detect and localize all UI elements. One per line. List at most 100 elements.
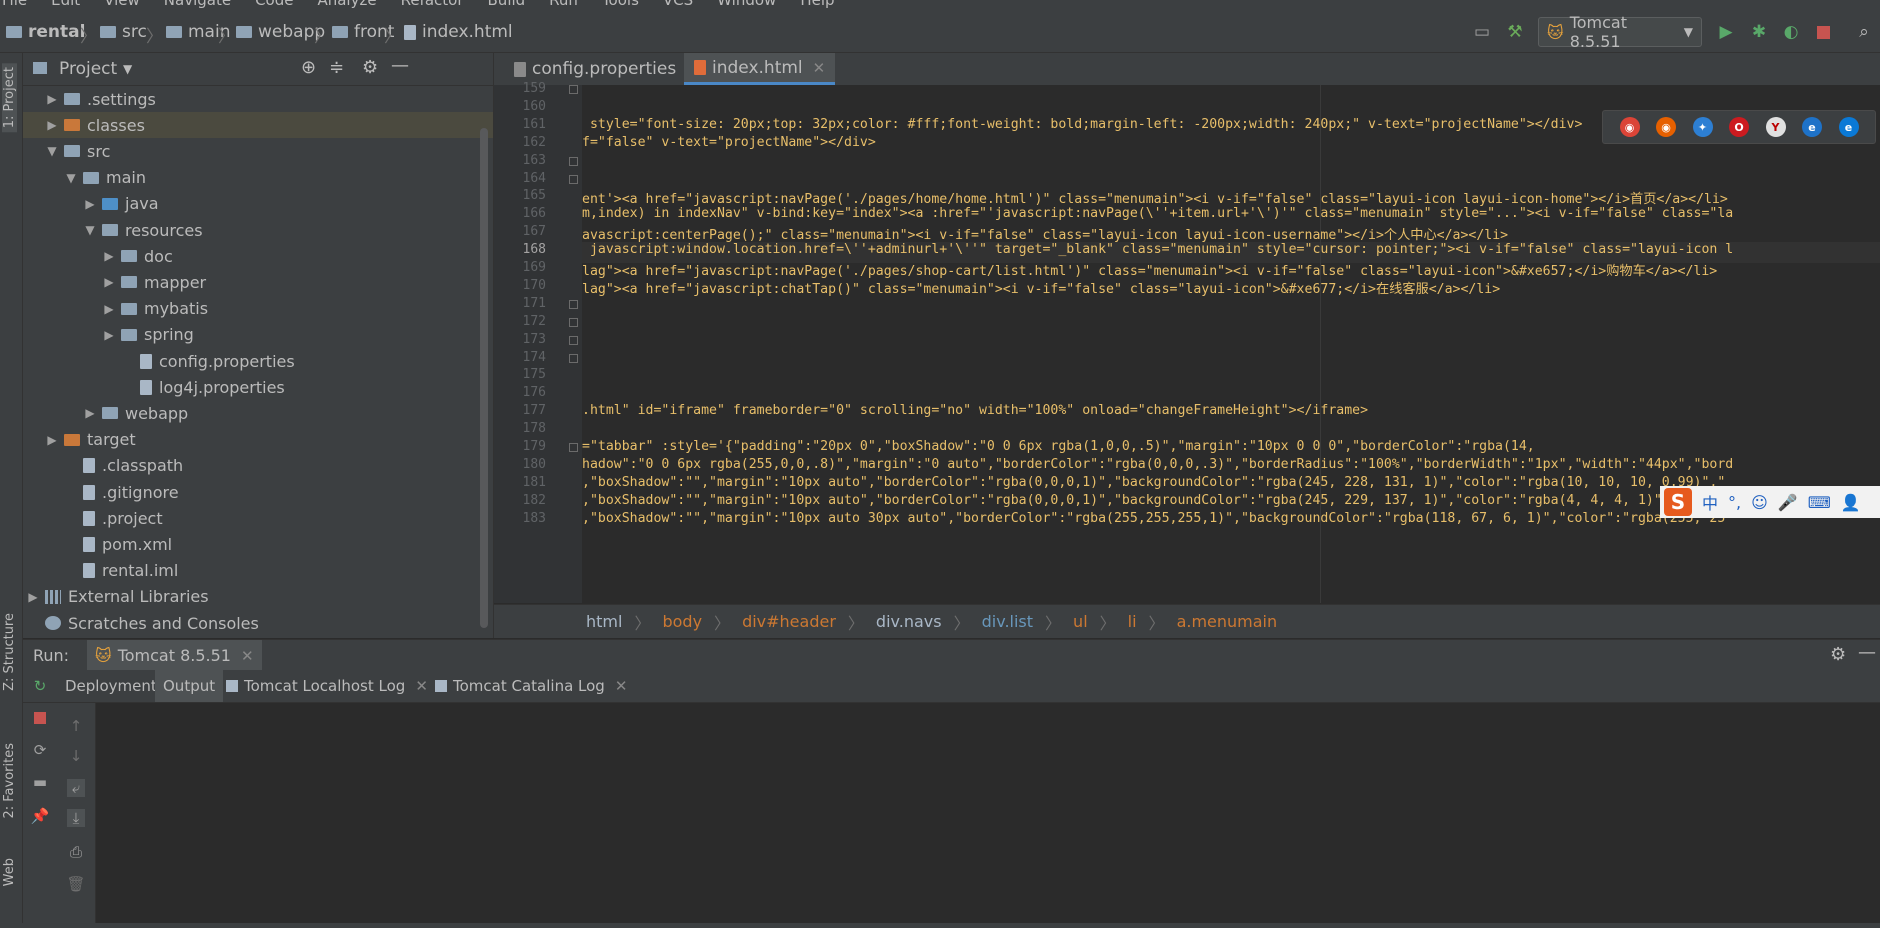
coverage-icon[interactable]: ◐ [1781, 22, 1801, 42]
menu-item-refactor[interactable]: Refactor [401, 0, 464, 9]
chevron-right-icon[interactable]: ▶ [84, 406, 96, 420]
tab-web-tool[interactable]: Web [2, 858, 17, 886]
chevron-right-icon[interactable]: ▶ [46, 433, 58, 447]
gear-icon[interactable]: ⚙ [362, 57, 378, 78]
run-configuration-select[interactable]: 🐱 Tomcat 8.5.51 ▼ [1538, 13, 1702, 51]
nav-crumb-src[interactable]: src [100, 22, 147, 42]
arrow-up-icon[interactable]: ↑ [67, 717, 85, 735]
chevron-right-icon[interactable]: ▶ [27, 590, 39, 604]
collapse-all-icon[interactable]: ≑ [329, 57, 344, 78]
chevron-right-icon[interactable]: ▶ [103, 302, 115, 316]
tree-item-settings[interactable]: ▶ .settings [23, 86, 493, 112]
close-icon[interactable]: ✕ [813, 59, 826, 77]
tree-item-webapp[interactable]: ▶ webapp [23, 400, 493, 426]
fold-marker-icon[interactable] [569, 156, 578, 166]
tree-item-java[interactable]: ▶ java [23, 191, 493, 217]
nav-crumb-webapp[interactable]: webapp [236, 22, 325, 42]
code-editor[interactable]: style="font-size: 20px;top: 32px;color: … [582, 85, 1880, 603]
microphone-icon[interactable]: 🎤 [1778, 493, 1798, 512]
run-tab-tomcat[interactable]: 🐱 Tomcat 8.5.51 ✕ [87, 640, 262, 671]
tree-item-classpath[interactable]: .classpath [23, 453, 493, 479]
layout-icon[interactable]: ▬ [31, 773, 49, 791]
nav-crumb-file[interactable]: index.html [404, 22, 513, 42]
nav-crumb-project[interactable]: rental [6, 22, 85, 42]
fold-marker-icon[interactable] [569, 317, 578, 327]
menu-item-edit[interactable]: Edit [51, 0, 80, 9]
tree-item-log4j-properties[interactable]: log4j.properties [23, 374, 493, 400]
project-scrollbar[interactable] [480, 128, 488, 628]
debug-bug-icon[interactable]: ✱ [1749, 22, 1769, 42]
soft-wrap-icon[interactable]: ⤶ [67, 779, 85, 797]
pin-icon[interactable]: 📌 [31, 807, 50, 825]
yandex-icon[interactable]: Y [1765, 117, 1786, 137]
fold-marker-icon[interactable] [569, 443, 578, 452]
menu-item-window[interactable]: Window [717, 0, 776, 9]
chevron-down-icon[interactable]: ▼ [46, 144, 58, 158]
project-view-selector[interactable]: Project [59, 59, 117, 79]
chevron-right-icon[interactable]: ▶ [103, 249, 115, 263]
tree-item-classes[interactable]: ▶ classes [23, 112, 493, 139]
breadcrumb-div-list[interactable]: div.list [982, 612, 1033, 631]
chevron-right-icon[interactable]: ▶ [103, 275, 115, 289]
chevron-down-icon[interactable]: ▼ [123, 62, 132, 76]
chrome-icon[interactable]: ◉ [1619, 117, 1640, 137]
build-hammer-icon[interactable]: ⚒ [1505, 22, 1525, 42]
menu-item-code[interactable]: Code [255, 0, 293, 9]
edge-icon[interactable]: e [1838, 117, 1859, 137]
search-icon[interactable]: ⌕ [1854, 22, 1874, 42]
arrow-down-icon[interactable]: ↓ [67, 747, 85, 765]
tree-item-mybatis[interactable]: ▶ mybatis [23, 296, 493, 322]
breadcrumb-li[interactable]: li [1128, 612, 1137, 631]
tree-item-project[interactable]: .project [23, 505, 493, 531]
tree-item-main[interactable]: ▼ main [23, 165, 493, 191]
tree-item-rental-iml[interactable]: rental.iml [23, 558, 493, 584]
tab-favorites-tool[interactable]: 2: Favorites [2, 743, 17, 819]
rerun-icon[interactable]: ↻ [31, 677, 49, 695]
tree-item-spring[interactable]: ▶ spring [23, 322, 493, 348]
breadcrumb-body[interactable]: body [662, 612, 702, 631]
fold-marker-icon[interactable] [569, 335, 578, 345]
user-icon[interactable]: 👤 [1841, 493, 1861, 512]
close-icon[interactable]: ✕ [415, 677, 428, 695]
fold-marker-icon[interactable] [569, 299, 578, 309]
subtab-localhost-log[interactable]: Tomcat Localhost Log ✕ [218, 670, 436, 702]
menu-item-tools[interactable]: Tools [602, 0, 639, 9]
tree-item-src[interactable]: ▼ src [23, 138, 493, 164]
minimize-icon[interactable]: — [391, 55, 409, 76]
firefox-icon[interactable]: ◉ [1656, 117, 1676, 137]
tree-item-mapper[interactable]: ▶ mapper [23, 269, 493, 295]
menu-item-run[interactable]: Run [549, 0, 578, 9]
gear-icon[interactable]: ⚙ [1830, 644, 1846, 665]
tree-item-config-properties[interactable]: config.properties [23, 348, 493, 374]
stop-icon[interactable] [34, 712, 46, 724]
subtab-catalina-log[interactable]: Tomcat Catalina Log ✕ [427, 670, 635, 702]
close-icon[interactable]: ✕ [241, 647, 254, 665]
breadcrumb-div-navs[interactable]: div.navs [876, 612, 942, 631]
stop-icon[interactable] [1813, 22, 1833, 42]
menu-item-view[interactable]: View [104, 0, 140, 9]
locate-target-icon[interactable]: ⊕ [301, 57, 316, 78]
menu-item-file[interactable]: File [2, 0, 27, 9]
restart-icon[interactable]: ⟳ [31, 741, 49, 759]
run-output-console[interactable] [96, 703, 1880, 923]
ime-language-toggle[interactable]: 中 [1702, 490, 1718, 514]
chevron-down-icon[interactable]: ▼ [84, 223, 96, 237]
print-icon[interactable]: ⎙ [67, 843, 85, 861]
subtab-output[interactable]: Output [155, 670, 224, 702]
menu-item-navigate[interactable]: Navigate [164, 0, 231, 9]
emoji-icon[interactable]: ☺ [1751, 493, 1768, 512]
breadcrumb-a-menumain[interactable]: a.menumain [1177, 612, 1278, 631]
tree-item-doc[interactable]: ▶ doc [23, 243, 493, 269]
tree-item-external-libraries[interactable]: ▶ External Libraries [23, 584, 493, 610]
keyboard-icon[interactable]: ⌨ [1808, 493, 1831, 512]
chevron-right-icon[interactable]: ▶ [46, 118, 58, 132]
opera-icon[interactable]: O [1729, 117, 1749, 137]
menu-item-help[interactable]: Help [800, 0, 834, 9]
tab-index-html[interactable]: index.html ✕ [684, 53, 836, 85]
chevron-right-icon[interactable]: ▶ [84, 197, 96, 211]
chevron-right-icon[interactable]: ▶ [46, 92, 58, 106]
tree-item-target[interactable]: ▶ target [23, 427, 493, 453]
safari-icon[interactable]: ✦ [1692, 117, 1713, 137]
tree-item-gitignore[interactable]: .gitignore [23, 479, 493, 505]
layout-icon[interactable]: ▭ [1472, 22, 1492, 42]
